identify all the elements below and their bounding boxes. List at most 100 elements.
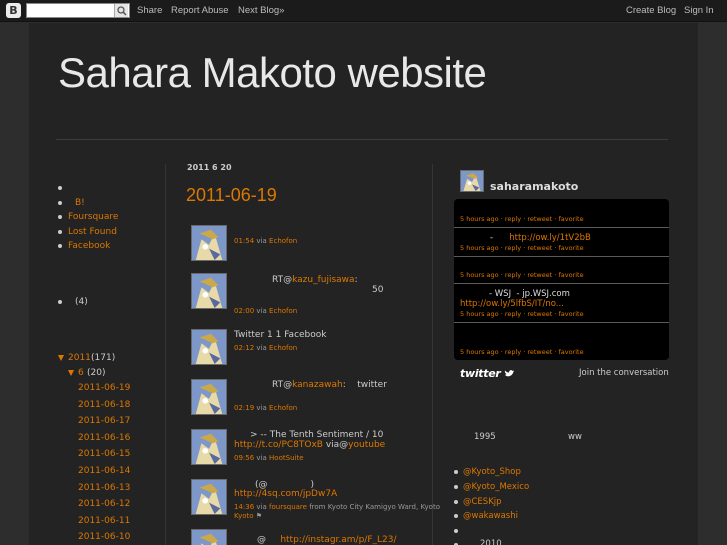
archive-day-link[interactable]: 2011-06-18: [78, 400, 130, 410]
archive-year-2011[interactable]: 2011: [68, 353, 91, 363]
tweet-text: RT@kanazawah: twitter: [272, 380, 387, 390]
date-header: 2011 6 20: [187, 163, 232, 172]
archive-month-count: (20): [87, 368, 106, 378]
avatar[interactable]: [191, 225, 227, 261]
tweet-meta: 02:00 via Echofon: [234, 307, 298, 315]
sidebar-text: ww: [568, 432, 582, 442]
join-conversation-link[interactable]: Join the conversation: [579, 368, 669, 378]
sidebar-text: 2010: [480, 539, 502, 545]
column-divider: [165, 164, 166, 545]
avatar-image: [192, 530, 226, 545]
avatar[interactable]: [191, 329, 227, 365]
avatar-image: [192, 480, 226, 514]
twitter-widget: [454, 199, 669, 360]
expand-arrow-icon[interactable]: [68, 370, 74, 376]
list-bullet: [454, 500, 458, 504]
tweet-meta: 14:36 via foursquare from Kyoto City Kam…: [234, 503, 440, 511]
tweet-location: Kyoto ⚑: [234, 512, 263, 520]
archive-day-link[interactable]: 2011-06-15: [78, 449, 130, 459]
archive-month-6[interactable]: 6: [78, 368, 84, 378]
tweet-meta: 09:56 via HootSuite: [234, 454, 304, 462]
sign-in-link[interactable]: Sign In: [684, 5, 714, 16]
list-bullet: [58, 244, 62, 248]
list-bullet: [454, 514, 458, 518]
tweet-client[interactable]: Echofon: [269, 344, 297, 352]
tweet-time[interactable]: 02:19: [234, 404, 254, 412]
twitter-username[interactable]: saharamakoto: [490, 180, 578, 193]
avatar-image: [192, 380, 226, 414]
list-bullet: [58, 186, 62, 190]
archive-day-link[interactable]: 2011-06-11: [78, 516, 130, 526]
search-input[interactable]: [26, 3, 130, 18]
blogger-navbar: B Share Report Abuse Next Blog» Create B…: [0, 0, 727, 22]
link-facebook[interactable]: Facebook: [68, 241, 110, 251]
archive-year-count: (171): [91, 353, 116, 363]
profile-avatar[interactable]: [460, 170, 484, 192]
tweet-time[interactable]: 14:36: [234, 503, 254, 511]
link-kyoto-mexico[interactable]: @Kyoto_Mexico: [463, 482, 529, 492]
archive-day-link[interactable]: 2011-06-16: [78, 433, 130, 443]
expand-arrow-icon[interactable]: [58, 355, 64, 361]
tweet-actions[interactable]: 5 hours ago · reply · retweet · favorite: [460, 348, 584, 356]
avatar-image: [192, 226, 226, 260]
tweet-client[interactable]: Echofon: [269, 404, 297, 412]
create-blog-link[interactable]: Create Blog: [626, 5, 676, 16]
report-abuse-link[interactable]: Report Abuse: [171, 5, 229, 16]
search-button[interactable]: [114, 4, 128, 17]
list-bullet: [58, 230, 62, 234]
tweet-meta: 02:19 via Echofon: [234, 404, 298, 412]
tweet-actions[interactable]: 5 hours ago · reply · retweet · favorite: [460, 310, 584, 318]
list-bullet: [58, 300, 62, 304]
avatar-image: [461, 171, 483, 191]
avatar[interactable]: [191, 529, 227, 545]
tweet-meta: 02:12 via Echofon: [234, 344, 298, 352]
list-bullet: [454, 485, 458, 489]
search-icon: [117, 6, 127, 16]
blogger-logo-icon[interactable]: B: [6, 3, 21, 18]
tweet-separator: [454, 256, 669, 257]
tweet-client[interactable]: HootSuite: [269, 454, 303, 462]
list-bullet: [58, 215, 62, 219]
share-link[interactable]: Share: [137, 5, 162, 16]
archive-day-link[interactable]: 2011-06-13: [78, 483, 130, 493]
avatar-image: [192, 274, 226, 308]
tweet-time[interactable]: 02:12: [234, 344, 254, 352]
tweet-client[interactable]: Echofon: [269, 307, 297, 315]
tweet-client[interactable]: foursquare: [269, 503, 307, 511]
tweet-time[interactable]: 02:00: [234, 307, 254, 315]
tweet-client[interactable]: Echofon: [269, 237, 297, 245]
avatar[interactable]: [191, 429, 227, 465]
archive-day-link[interactable]: 2011-06-10: [78, 532, 130, 542]
avatar[interactable]: [191, 479, 227, 515]
tweet-actions[interactable]: 5 hours ago · reply · retweet · favorite: [460, 244, 584, 252]
link-lost-found[interactable]: Lost Found: [68, 227, 117, 237]
tweet-text: > -- The Tenth Sentiment / 10: [250, 430, 384, 440]
header-divider: [56, 139, 668, 140]
avatar[interactable]: [191, 273, 227, 309]
link-foursquare[interactable]: Foursquare: [68, 212, 118, 222]
tweet-text: http://t.co/PC8TOxB via@youtube: [234, 440, 386, 450]
twitter-logo-icon[interactable]: twitter: [460, 367, 515, 380]
link-hatena-bookmark[interactable]: B!: [75, 198, 85, 208]
archive-day-link[interactable]: 2011-06-19: [78, 383, 130, 393]
link-wakawashi[interactable]: @wakawashi: [463, 511, 518, 521]
tweet-actions[interactable]: 5 hours ago · reply · retweet · favorite: [460, 215, 584, 223]
link-ceskjp[interactable]: @CESKjp: [463, 497, 502, 507]
tweet-time[interactable]: 01:54: [234, 237, 254, 245]
archive-day-link[interactable]: 2011-06-12: [78, 499, 130, 509]
link-kyoto-shop[interactable]: @Kyoto_Shop: [463, 467, 521, 477]
archive-day-link[interactable]: 2011-06-17: [78, 416, 130, 426]
avatar-image: [192, 330, 226, 364]
next-blog-link[interactable]: Next Blog»: [238, 5, 284, 16]
tweet-time[interactable]: 09:56: [234, 454, 254, 462]
archive-day-link[interactable]: 2011-06-14: [78, 466, 130, 476]
tweet-separator: [454, 322, 669, 323]
tweet-text: Twitter 1 1 Facebook: [234, 330, 327, 340]
blog-title[interactable]: Sahara Makoto website: [58, 49, 487, 97]
avatar[interactable]: [191, 379, 227, 415]
post-title[interactable]: 2011-06-19: [186, 185, 277, 206]
tweet-actions[interactable]: 5 hours ago · reply · retweet · favorite: [460, 271, 584, 279]
tweet-text: @ http://instagr.am/p/F_L23/: [257, 535, 397, 545]
label-count: (4): [75, 297, 88, 307]
widget-tweet-text: - http://ow.ly/1tV2bB: [490, 233, 591, 243]
